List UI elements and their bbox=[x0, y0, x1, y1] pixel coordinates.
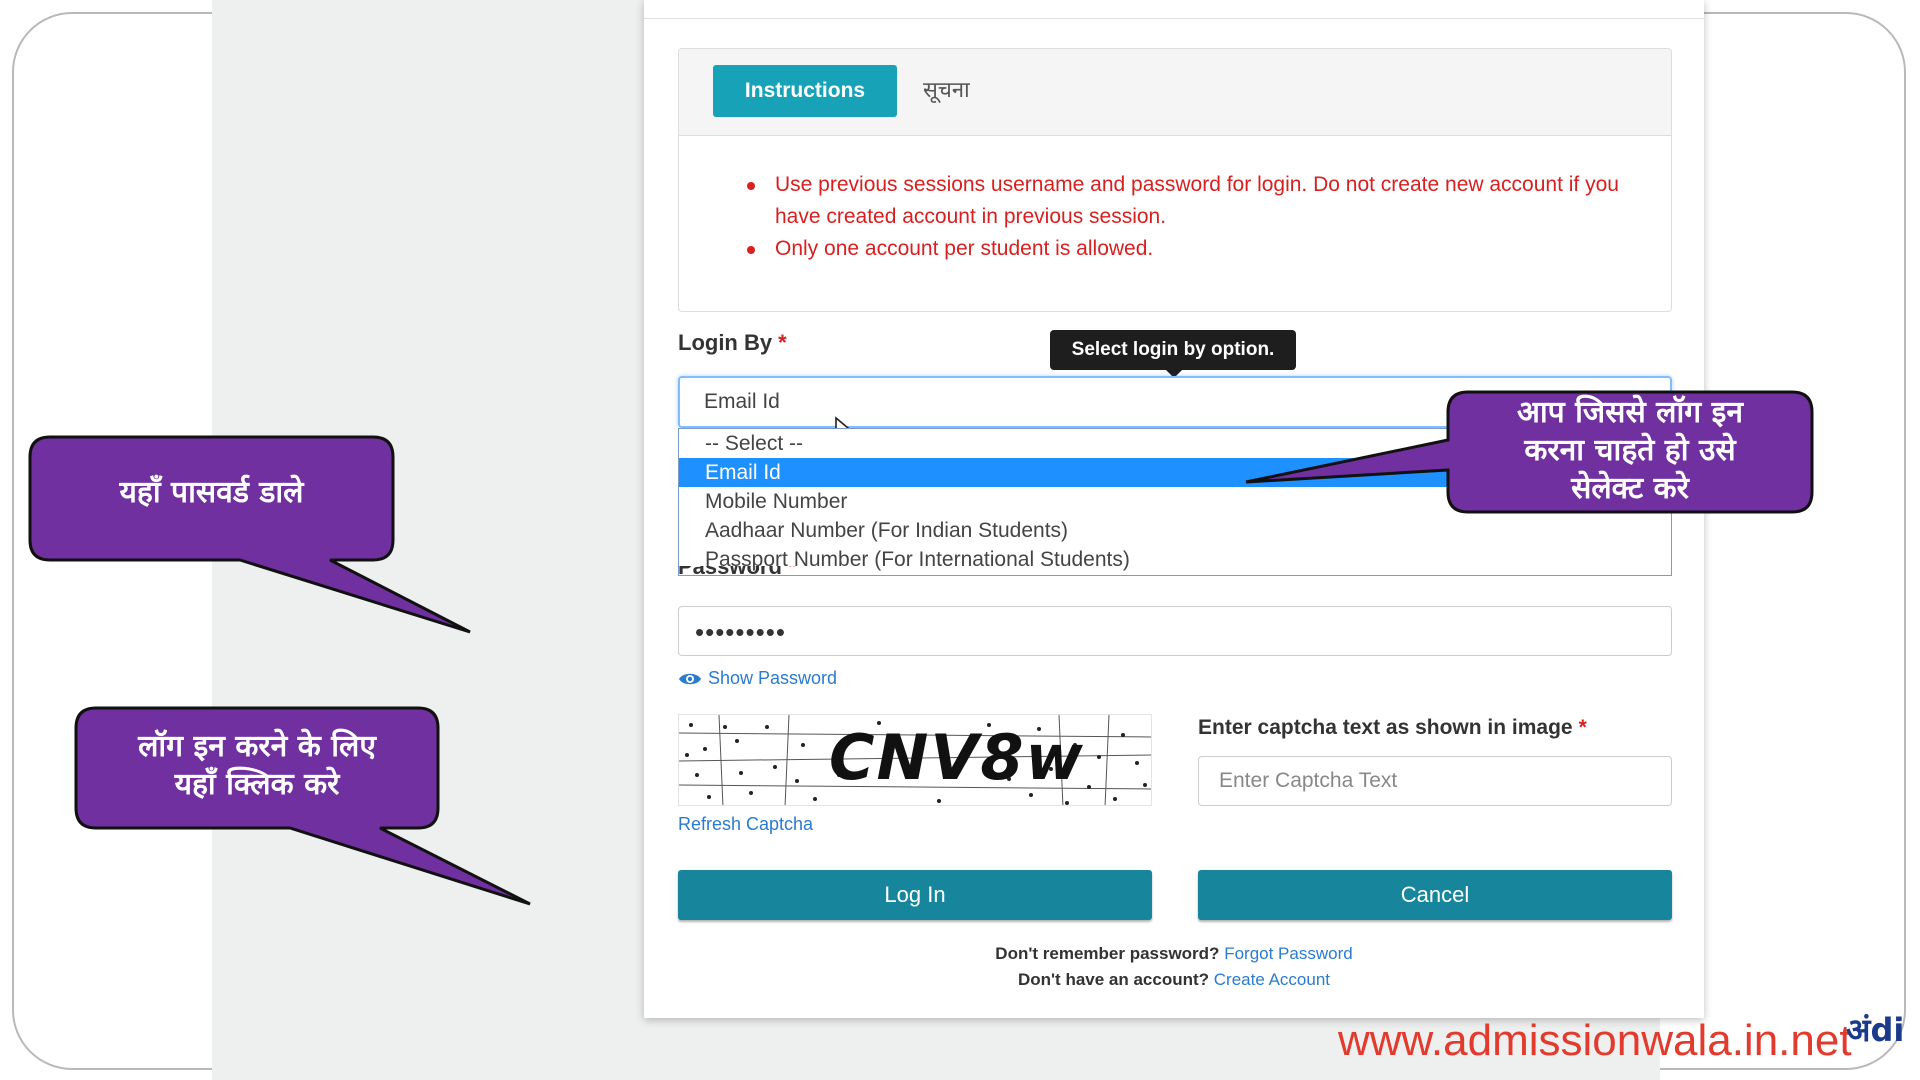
site-watermark: www.admissionwala.in.net bbox=[1338, 1016, 1852, 1065]
forgot-password-link[interactable]: Forgot Password bbox=[1224, 944, 1353, 963]
password-label-text: Password bbox=[678, 566, 782, 579]
login-card: Instructions सूचना Use previous sessions… bbox=[644, 0, 1704, 1018]
instruction-list: Use previous sessions username and passw… bbox=[747, 169, 1641, 265]
password-masked-value: ••••••••• bbox=[695, 617, 786, 647]
captcha-label: Enter captcha text as shown in image * bbox=[1198, 716, 1587, 740]
forgot-password-line: Don't remember password? Forgot Password bbox=[644, 944, 1704, 964]
select-callout-line: करना चाहते हो उसे bbox=[1524, 433, 1736, 468]
login-callout-line: लॉग इन करने के लिए bbox=[138, 729, 376, 764]
captcha-image: CNV8w bbox=[678, 714, 1152, 806]
create-account-link[interactable]: Create Account bbox=[1214, 970, 1330, 989]
browser-screen: Instructions सूचना Use previous sessions… bbox=[212, 0, 1704, 1080]
password-label: Password * bbox=[678, 566, 797, 582]
login-callout-text: लॉग इन करने के लिए यहाँ क्लिक करे bbox=[76, 728, 438, 804]
required-mark: * bbox=[1578, 716, 1587, 739]
card-top-divider bbox=[644, 0, 1704, 19]
select-callout-line: आप जिससे लॉग इन bbox=[1516, 395, 1743, 430]
password-input[interactable]: ••••••••• bbox=[678, 606, 1672, 656]
login-by-label-text: Login By bbox=[678, 330, 773, 355]
create-account-prompt: Don't have an account? bbox=[1017, 970, 1210, 989]
forgot-password-prompt: Don't remember password? bbox=[995, 944, 1220, 963]
required-mark: * bbox=[787, 566, 797, 579]
captcha-label-text: Enter captcha text as shown in image bbox=[1198, 716, 1573, 739]
captcha-input-placeholder: Enter Captcha Text bbox=[1219, 769, 1398, 792]
dropdown-option-aadhaar[interactable]: Aadhaar Number (For Indian Students) bbox=[679, 516, 1671, 545]
tab-instructions[interactable]: Instructions bbox=[713, 65, 897, 117]
captcha-text: CNV8w bbox=[829, 721, 1085, 794]
login-by-tooltip: Select login by option. bbox=[1050, 330, 1296, 378]
password-callout-text: यहाँ पासवर्ड डाले bbox=[119, 475, 304, 510]
select-callout-line: सेलेक्ट करे bbox=[1571, 471, 1689, 506]
create-account-line: Don't have an account? Create Account bbox=[644, 970, 1704, 990]
eye-icon bbox=[679, 674, 701, 685]
refresh-captcha-link[interactable]: Refresh Captcha bbox=[678, 814, 813, 835]
brand-logo: अंdi bbox=[1846, 1011, 1905, 1049]
login-button[interactable]: Log In bbox=[678, 870, 1152, 920]
instruction-item: Only one account per student is allowed. bbox=[747, 233, 1641, 265]
login-by-label: Login By * bbox=[678, 330, 787, 356]
show-password-toggle[interactable]: Show Password bbox=[678, 668, 837, 689]
login-by-select-value: Email Id bbox=[704, 390, 780, 413]
captcha-input[interactable]: Enter Captcha Text bbox=[1198, 756, 1672, 806]
notice-panel: Instructions सूचना Use previous sessions… bbox=[678, 48, 1672, 312]
instruction-item: Use previous sessions username and passw… bbox=[747, 169, 1641, 233]
select-callout-text: आप जिससे लॉग इन करना चाहते हो उसे सेलेक्… bbox=[1448, 394, 1812, 508]
notice-tab-bar: Instructions सूचना bbox=[679, 49, 1671, 136]
tab-suchna[interactable]: सूचना bbox=[923, 65, 970, 117]
cancel-button[interactable]: Cancel bbox=[1198, 870, 1672, 920]
required-mark: * bbox=[778, 330, 787, 355]
dropdown-option-passport[interactable]: Passport Number (For International Stude… bbox=[679, 545, 1671, 574]
login-callout-line: यहाँ क्लिक करे bbox=[174, 767, 340, 802]
show-password-label: Show Password bbox=[708, 668, 838, 688]
